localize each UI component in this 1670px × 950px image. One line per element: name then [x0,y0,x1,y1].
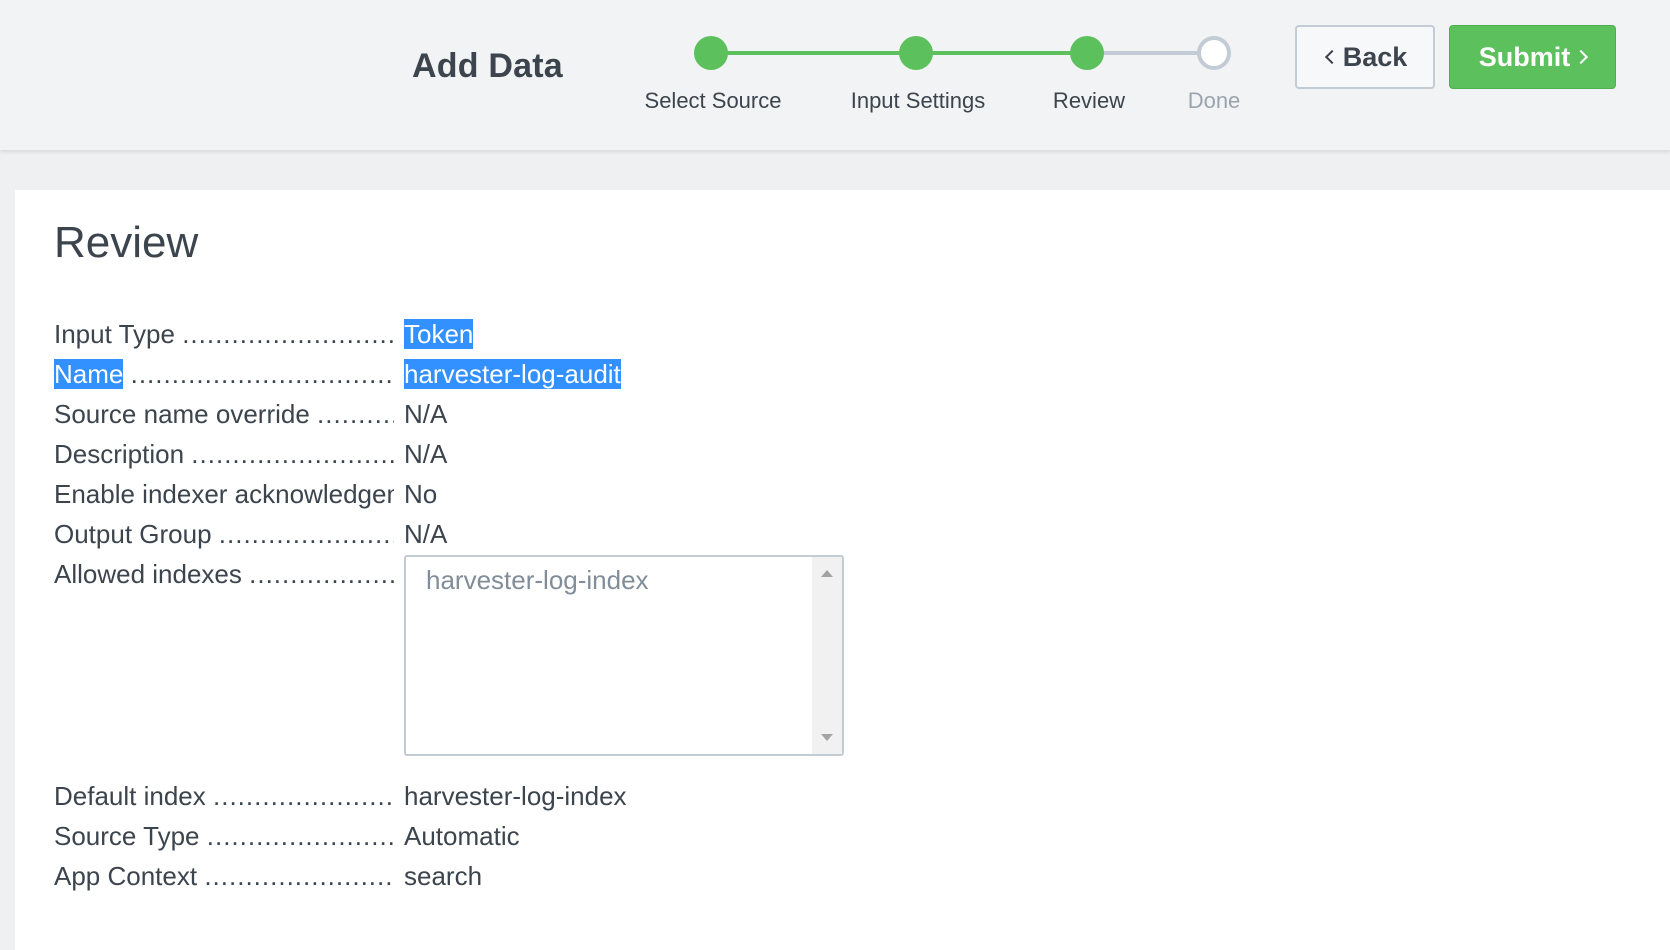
step-label-input-settings: Input Settings [850,88,986,113]
review-label: Enable indexer acknowledgement .........… [54,479,394,509]
review-row-app-context: App Context ............................… [54,856,954,896]
review-value: No [404,479,438,509]
review-value: N/A [404,439,448,469]
chevron-left-icon [1324,49,1339,65]
review-row-input-type: Input Type .............................… [54,314,954,354]
review-row-output-group: Output Group ...........................… [54,514,954,554]
step-label-select-source: Select Source [644,88,782,113]
review-row-default-index: Default index ..........................… [54,776,954,816]
step-label-review: Review [1052,88,1126,113]
step-dot-input-settings [899,36,933,70]
review-row-indexer-ack: Enable indexer acknowledgement .........… [54,474,954,514]
review-label: Default index ..........................… [54,781,394,811]
review-row-description: Description ............................… [54,434,954,474]
step-label-done: Done [1187,88,1241,113]
section-title: Review [54,218,199,267]
back-button[interactable]: Back [1295,25,1435,89]
review-value: Automatic [404,821,520,851]
review-label: Allowed indexes ........................… [54,559,394,589]
step-dot-select-source [694,36,728,70]
back-button-label: Back [1342,41,1408,72]
scroll-up-arrow-icon[interactable] [821,570,833,577]
chevron-right-icon [1574,49,1589,65]
review-label: Output Group ...........................… [54,519,394,549]
review-value: Token [404,319,474,349]
review-label: Description ............................… [54,439,394,469]
review-label: Input Type .............................… [54,319,394,349]
review-label: Source Type ............................… [54,821,394,851]
review-value: N/A [404,519,448,549]
submit-button[interactable]: Submit [1449,25,1616,89]
wizard-header: Add Data Select Source Input Settings Re… [0,0,1670,150]
review-value: N/A [404,399,448,429]
allowed-indexes-listbox[interactable]: harvester-log-index [404,555,844,756]
review-value: harvester-log-audit [404,359,621,389]
review-card: Review Input Type ......................… [15,190,1670,950]
review-row-source-name-override: Source name override ...................… [54,394,954,434]
listbox-item[interactable]: harvester-log-index [426,565,649,596]
review-row-source-type: Source Type ............................… [54,816,954,856]
step-connector-1 [711,51,916,55]
listbox-scrollbar[interactable] [812,557,842,754]
submit-button-label: Submit [1478,41,1571,72]
review-label: Name ...................................… [54,359,394,389]
step-connector-2 [916,51,1087,55]
scroll-down-arrow-icon[interactable] [821,734,833,741]
step-dot-done [1197,36,1231,70]
review-value: search [404,861,483,891]
review-label: App Context ............................… [54,861,394,891]
review-row-name: Name ...................................… [54,354,954,394]
review-value: harvester-log-index [404,781,627,811]
review-label: Source name override ...................… [54,399,394,429]
step-connector-3 [1087,51,1214,55]
step-dot-review [1070,36,1104,70]
